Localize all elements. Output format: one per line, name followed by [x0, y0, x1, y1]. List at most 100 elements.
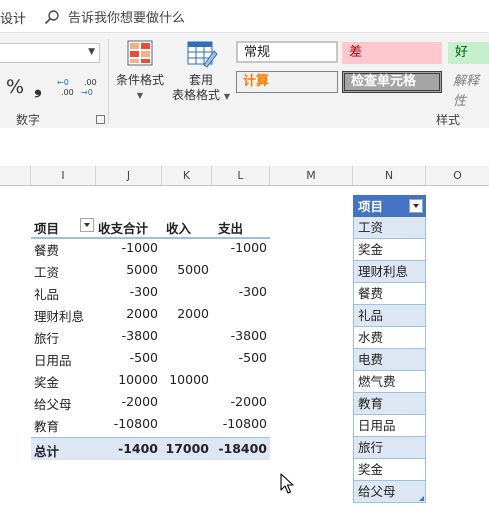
style-explanatory[interactable]: 解释性: [448, 71, 489, 109]
list-item[interactable]: 奖金: [353, 459, 426, 481]
column-header-i[interactable]: I: [31, 166, 96, 185]
column-header-o[interactable]: O: [426, 166, 489, 185]
pivot-cell-expense[interactable]: -500: [239, 350, 267, 365]
pivot-header-total: 收支合计: [98, 221, 149, 236]
style-calculation[interactable]: 计算: [236, 71, 338, 93]
pivot-cell-item[interactable]: 礼品: [34, 284, 59, 303]
pivot-cell-income[interactable]: 5000: [177, 262, 209, 277]
pivot-row: 旅行 -3800 -3800: [31, 325, 270, 347]
pivot-cell-total[interactable]: -10800: [114, 416, 158, 431]
column-header-j[interactable]: J: [96, 166, 162, 185]
list-item[interactable]: 工资: [353, 217, 426, 239]
list-item[interactable]: 理财利息: [353, 261, 426, 283]
pivot-total-label: 总计: [34, 444, 60, 459]
increase-decimal-button[interactable]: ←0 .00: [56, 75, 78, 99]
pivot-row: 礼品 -300 -300: [31, 281, 270, 303]
pivot-header-item: 项目: [34, 221, 60, 236]
format-as-table-icon: [187, 41, 218, 68]
chevron-down-icon: ▼: [223, 92, 230, 101]
list-item[interactable]: 日用品: [353, 415, 426, 437]
pivot-total-sum: -1400: [118, 441, 158, 456]
pivot-row: 给父母 -2000 -2000: [31, 391, 270, 413]
list-item[interactable]: 教育: [353, 393, 426, 415]
list-item[interactable]: 电费: [353, 349, 426, 371]
column-header-k[interactable]: K: [162, 166, 212, 185]
list-header[interactable]: 项目: [353, 195, 426, 217]
pivot-cell-item[interactable]: 理财利息: [34, 306, 84, 325]
pivot-cell-total[interactable]: -3800: [122, 328, 158, 343]
pivot-cell-item[interactable]: 日用品: [34, 350, 72, 369]
list-item[interactable]: 餐费: [353, 283, 426, 305]
pivot-row: 餐费 -1000 -1000: [31, 237, 270, 259]
pivot-cell-total[interactable]: -500: [130, 350, 158, 365]
pivot-cell-expense[interactable]: -300: [239, 284, 267, 299]
pivot-total-expense: -18400: [218, 441, 267, 456]
pivot-cell-expense[interactable]: -10800: [223, 416, 267, 431]
pivot-row: 教育 -10800 -10800: [31, 413, 270, 435]
pivot-cell-total[interactable]: -1000: [122, 240, 158, 255]
pivot-cell-total[interactable]: 5000: [126, 262, 158, 277]
pivot-cell-total[interactable]: -2000: [122, 394, 158, 409]
pivot-cell-total[interactable]: -300: [130, 284, 158, 299]
list-item[interactable]: 给父母: [353, 481, 426, 503]
pivot-cell-item[interactable]: 奖金: [34, 372, 59, 391]
conditional-formatting-icon: [127, 40, 153, 66]
ribbon: ▼ % ❟ ←0 .00 .00 →0 数字 条件格式 ▼ 套用 表格格式 ▼ …: [0, 32, 489, 130]
column-header-n[interactable]: N: [353, 166, 426, 185]
format-as-table-label-1: 套用: [188, 73, 213, 87]
pivot-total-row: 总计 -1400 17000 -18400: [31, 437, 270, 460]
list-item[interactable]: 礼品: [353, 305, 426, 327]
list-item[interactable]: 水费: [353, 327, 426, 349]
list-item[interactable]: 奖金: [353, 239, 426, 261]
style-check-cell[interactable]: 检查单元格: [342, 71, 442, 93]
style-good[interactable]: 好: [448, 42, 489, 64]
pivot-cell-expense[interactable]: -3800: [231, 328, 267, 343]
ribbon-tab-bar: 设计 告诉我你想要做什么: [0, 0, 489, 32]
group-separator: [108, 39, 109, 123]
pivot-row: 奖金 10000 10000: [31, 369, 270, 391]
column-header-l[interactable]: L: [212, 166, 270, 185]
style-bad[interactable]: 差: [342, 42, 442, 64]
decrease-decimal-button[interactable]: .00 →0: [80, 75, 102, 99]
style-normal[interactable]: 常规: [236, 41, 338, 63]
column-headers: I J K L M N O: [0, 166, 489, 186]
pivot-total-income: 17000: [165, 441, 210, 456]
list-item[interactable]: 燃气费: [353, 371, 426, 393]
svg-text:←0: ←0: [57, 78, 69, 87]
filter-dropdown-icon[interactable]: [409, 199, 423, 213]
pivot-cell-item[interactable]: 工资: [34, 262, 59, 281]
chevron-down-icon: ▼: [88, 47, 95, 57]
list-header-label: 项目: [358, 199, 384, 214]
conditional-formatting-label: 条件格式: [116, 73, 165, 87]
pivot-cell-item[interactable]: 餐费: [34, 240, 59, 259]
format-as-table-button[interactable]: 套用 表格格式 ▼: [172, 39, 230, 104]
pivot-cell-income[interactable]: 10000: [169, 372, 209, 387]
conditional-formatting-button[interactable]: 条件格式 ▼: [116, 39, 164, 103]
pivot-cell-income[interactable]: 2000: [177, 306, 209, 321]
mouse-cursor-icon: [280, 473, 294, 494]
pivot-cell-expense[interactable]: -2000: [231, 394, 267, 409]
percent-button[interactable]: %: [4, 75, 26, 99]
pivot-cell-total[interactable]: 10000: [118, 372, 158, 387]
increase-decimal-icon: ←0 .00: [57, 78, 74, 97]
formula-bar-area[interactable]: [0, 128, 489, 167]
decrease-decimal-icon: .00 →0: [81, 78, 97, 97]
pivot-cell-item[interactable]: 旅行: [34, 328, 59, 347]
filter-dropdown-icon[interactable]: [80, 218, 94, 232]
pivot-header-income: 收入: [166, 221, 192, 236]
pivot-cell-total[interactable]: 2000: [126, 306, 158, 321]
pivot-cell-expense[interactable]: -1000: [231, 240, 267, 255]
pivot-row: 日用品 -500 -500: [31, 347, 270, 369]
pivot-cell-item[interactable]: 给父母: [34, 394, 72, 413]
tell-me-box[interactable]: 告诉我你想要做什么: [44, 7, 185, 26]
svg-text:→0: →0: [81, 88, 93, 97]
tab-design[interactable]: 设计: [0, 8, 26, 27]
column-header-m[interactable]: M: [270, 166, 353, 185]
table-resize-handle-icon[interactable]: [419, 496, 424, 501]
list-item[interactable]: 旅行: [353, 437, 426, 459]
comma-style-button[interactable]: ❟: [30, 75, 46, 99]
number-dialog-launcher-icon[interactable]: [96, 115, 105, 124]
pivot-row: 工资 5000 5000: [31, 259, 270, 281]
pivot-cell-item[interactable]: 教育: [34, 416, 59, 435]
number-format-combo[interactable]: ▼: [0, 43, 100, 63]
